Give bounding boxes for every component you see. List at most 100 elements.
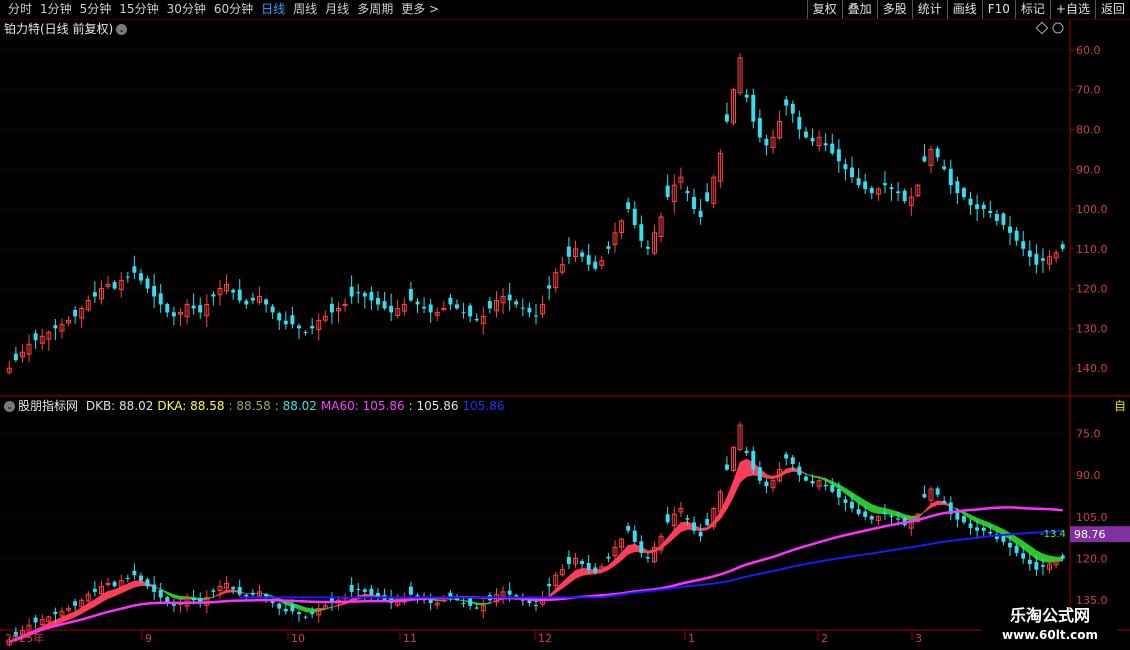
ind-candle [935,486,940,498]
ind-body [138,575,143,581]
price-candle [85,295,91,312]
price-candle [145,275,150,293]
ind-body [250,592,255,595]
price-tick-label: 120.0 [1076,283,1108,296]
price-body [685,190,690,194]
price-candle [1008,216,1013,246]
ribbon-segment [74,607,83,618]
price-candle [26,334,32,363]
ind-body [356,588,361,590]
ind-candle [606,553,611,563]
price-candle [468,303,473,323]
ind-body [1008,542,1013,548]
price-candle [665,174,670,201]
ind-body [310,612,315,615]
ribbon-segment [476,602,484,606]
ind-body [751,450,756,470]
price-body [303,331,308,333]
date-label: 9 [145,632,152,645]
ind-candle [257,584,262,598]
price-candle [619,219,625,239]
ind-body [942,500,947,503]
price-candle [118,271,124,298]
price-body [1060,244,1065,249]
price-candle [671,174,677,214]
price-candle [211,291,216,306]
price-candle [79,305,85,328]
price-candle [547,276,552,301]
price-candle [441,300,447,312]
stock-title[interactable]: 铂力特(日线 前复权) ⌄ [4,21,128,37]
indicator-name[interactable]: 股朋指标网 [18,399,78,413]
price-body [850,167,854,178]
price-candle [198,297,203,319]
price-tick-label: 140.0 [1076,362,1108,375]
ind-candle [369,584,374,602]
ribbon-segment [1022,540,1031,555]
price-candle [856,168,861,189]
price-body [520,307,525,309]
price-candle [566,237,571,264]
price-candle [692,188,696,215]
price-candle [428,298,433,323]
price-candle [797,110,802,140]
ind-body [191,598,196,601]
price-body [566,246,571,257]
ind-body [125,577,130,579]
ind-body [692,522,696,531]
price-candle [480,307,486,335]
date-label: 1 [688,632,695,645]
ind-candle [198,592,203,608]
price-body [112,282,117,289]
ribbon-segment [134,580,142,588]
price-body [547,285,552,289]
ind-candle [408,581,413,596]
ind-candle [705,512,710,527]
price-candle [165,302,170,318]
ind-body [797,466,802,476]
price-body [191,305,196,309]
blue-line [239,529,1063,599]
price-body [889,187,894,190]
price-tick-label: 100.0 [1076,203,1108,216]
stock-chart[interactable]: 140.0 130.0 120.0 110.0 100.0 90.0 80.0 70.0 60.… [0,0,1130,650]
ind-candle [665,506,670,525]
chevron-down-icon[interactable]: ⌄ [116,24,128,35]
chart-grid [0,20,1130,640]
chevron-down-icon[interactable]: ⌄ [4,401,15,412]
price-candle [935,145,940,162]
price-candle [612,222,618,253]
ind-body [211,590,216,592]
ribbon-segment [167,591,175,599]
price-body [231,289,236,293]
ind-candle [145,577,150,590]
price-candle [764,134,769,156]
price-candle [316,313,322,341]
price-candle [6,360,12,375]
ind-candle [784,451,789,466]
ind-candle [428,593,433,611]
ind-candle [105,577,111,587]
ind-candle [968,518,973,535]
ind-candle [85,591,91,603]
ind-body [349,585,354,592]
ind-body [823,484,828,487]
date-label: 11 [403,632,417,645]
ribbon-segment [970,514,978,524]
ind-candle [1027,552,1032,571]
ribbon-segment [825,478,833,486]
ind-body [112,581,117,587]
price-body [428,304,433,313]
price-body [1001,213,1006,225]
ind-candle [480,599,486,619]
ind-body [856,509,861,515]
ribbon-segment [667,528,675,545]
ind-body [145,579,150,587]
ind-body [882,512,887,515]
price-candle [250,292,255,305]
ind-candle [1014,543,1019,557]
price-body [942,166,947,170]
ribbon-segment [226,589,234,593]
ind-body [580,561,585,565]
ind-candle [92,581,97,597]
